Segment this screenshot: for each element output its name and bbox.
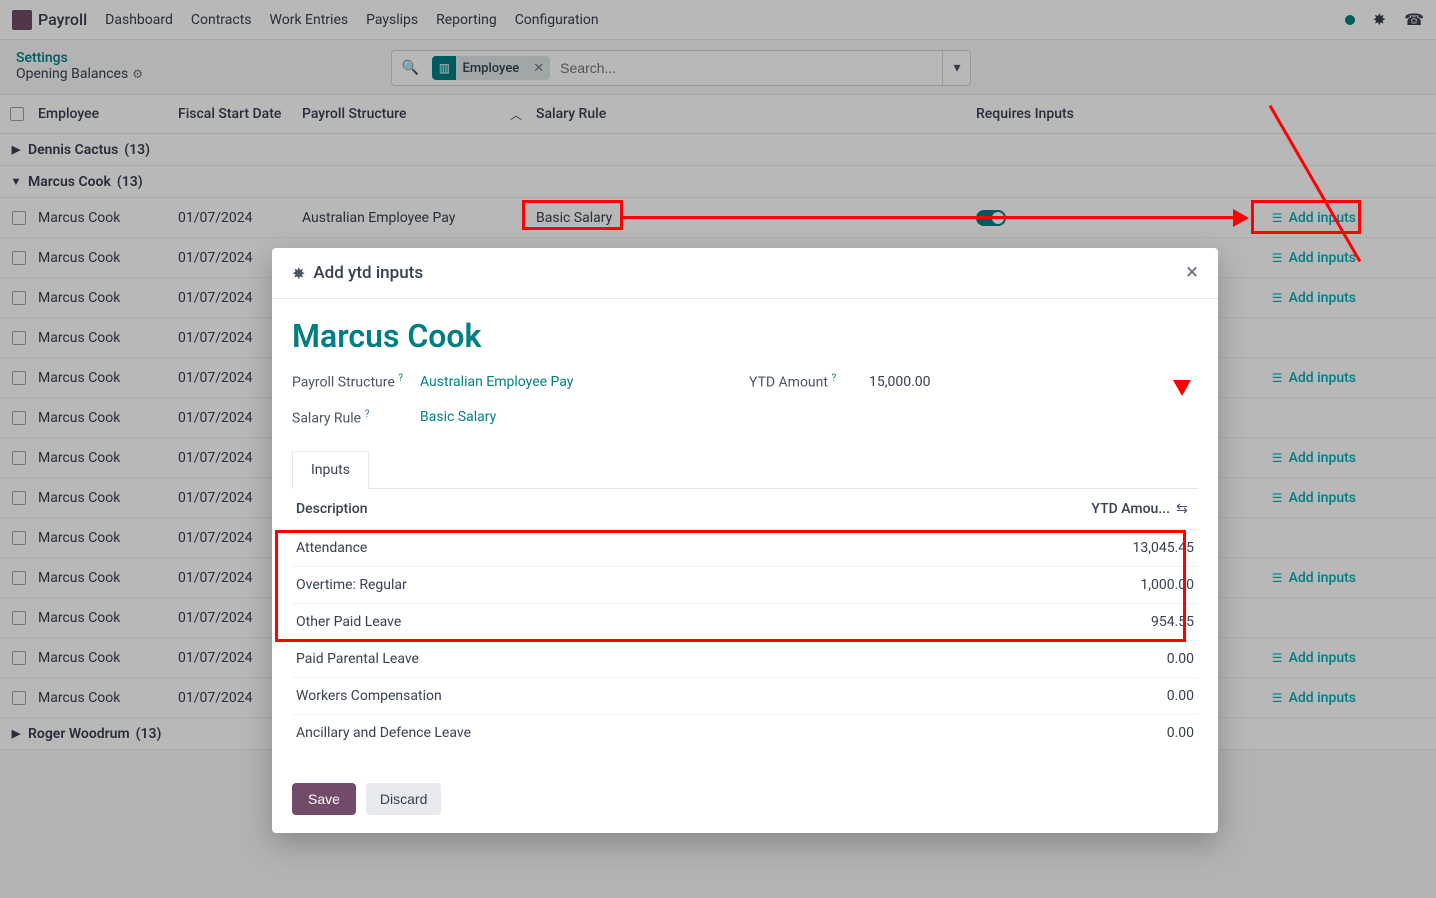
list-icon: ☰ [1272,211,1283,225]
col-ytd-amount[interactable]: YTD Amou... [1050,501,1170,517]
line-amount: 0.00 [1074,651,1194,667]
line-description: Paid Parental Leave [296,651,1074,667]
line-description: Other Paid Leave [296,614,1074,630]
list-icon: ☰ [1272,291,1283,305]
add-inputs-button[interactable]: ☰Add inputs [1272,370,1356,386]
value-salary-rule[interactable]: Basic Salary [420,409,749,425]
list-icon: ☰ [1272,371,1283,385]
input-line[interactable]: Overtime: Regular1,000.00 [292,567,1198,604]
add-inputs-button[interactable]: ☰Add inputs [1272,450,1356,466]
bug-icon[interactable]: ✸ [292,264,305,283]
employee-name: Marcus Cook [292,317,1198,355]
add-inputs-button[interactable]: ☰Add inputs [1272,570,1356,586]
input-line[interactable]: Attendance13,045.45 [292,530,1198,567]
discard-button[interactable]: Discard [366,783,441,815]
add-inputs-button[interactable]: ☰Add inputs [1272,690,1356,706]
col-description[interactable]: Description [296,501,1050,517]
line-description: Ancillary and Defence Leave [296,725,1074,741]
add-inputs-button[interactable]: ☰Add inputs [1272,650,1356,666]
sliders-icon[interactable]: ⇆ [1170,501,1194,517]
list-icon: ☰ [1272,651,1283,665]
save-button[interactable]: Save [292,783,356,815]
line-description: Workers Compensation [296,688,1074,704]
add-inputs-button[interactable]: ☰Add inputs [1272,290,1356,306]
close-icon[interactable]: × [1186,262,1198,284]
list-icon: ☰ [1272,491,1283,505]
line-amount: 1,000.00 [1074,577,1194,593]
label-ytd-amount: YTD Amount ? [749,373,869,391]
list-icon: ☰ [1272,451,1283,465]
add-inputs-button[interactable]: ☰Add inputs [1272,250,1356,266]
input-line[interactable]: Paid Parental Leave0.00 [292,641,1198,678]
input-line[interactable]: Other Paid Leave954.55 [292,604,1198,641]
input-line[interactable]: Ancillary and Defence Leave0.00 [292,715,1198,751]
label-salary-rule: Salary Rule ? [292,409,420,427]
line-amount: 13,045.45 [1074,540,1194,556]
value-payroll-structure[interactable]: Australian Employee Pay [420,374,749,390]
line-amount: 0.00 [1074,688,1194,704]
line-amount: 0.00 [1074,725,1194,741]
list-icon: ☰ [1272,691,1283,705]
line-amount: 954.55 [1074,614,1194,630]
modal-title: Add ytd inputs [313,263,423,283]
value-ytd-amount[interactable]: 15,000.00 [869,374,1198,390]
line-description: Attendance [296,540,1074,556]
modal-add-ytd-inputs: ✸ Add ytd inputs × Marcus Cook Payroll S… [272,248,1218,833]
list-icon: ☰ [1272,571,1283,585]
label-payroll-structure: Payroll Structure ? [292,373,420,391]
input-line[interactable]: Workers Compensation0.00 [292,678,1198,715]
add-inputs-button[interactable]: ☰Add inputs [1272,490,1356,506]
add-inputs-button[interactable]: ☰Add inputs [1272,210,1356,226]
line-description: Overtime: Regular [296,577,1074,593]
tab-inputs[interactable]: Inputs [292,451,369,489]
list-icon: ☰ [1272,251,1283,265]
